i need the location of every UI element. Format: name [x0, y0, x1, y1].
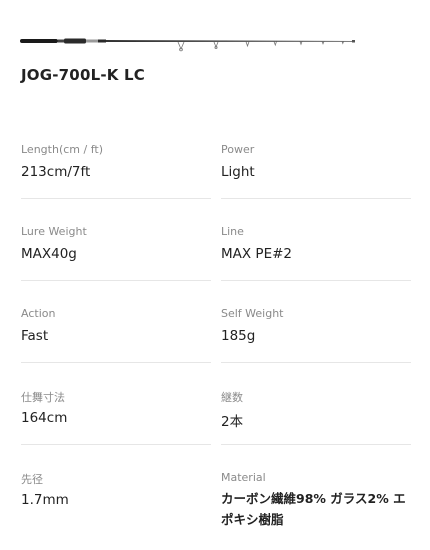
spec-tip-diameter: 先径 1.7mm	[21, 468, 211, 526]
spec-row: 先径 1.7mm Material カーボン繊維98% ガラス2% エポキシ樹脂	[0, 468, 430, 550]
spec-value: Fast	[21, 328, 49, 344]
spec-pieces: 継数 2本	[221, 386, 411, 445]
spec-label: Line	[221, 225, 244, 238]
spec-label: 継数	[221, 391, 243, 404]
spec-self-weight: Self Weight 185g	[221, 304, 411, 363]
spec-value: 1.7mm	[21, 492, 69, 508]
spec-label: Power	[221, 143, 255, 156]
spec-value: MAX40g	[21, 246, 77, 262]
spec-label: 仕舞寸法	[21, 391, 65, 404]
fishing-rod-image	[20, 38, 355, 52]
spec-value: MAX PE#2	[221, 246, 292, 262]
spec-action: Action Fast	[21, 304, 211, 363]
spec-value: 213cm/7ft	[21, 164, 91, 180]
spec-label: Action	[21, 307, 56, 320]
spec-line: Line MAX PE#2	[221, 222, 411, 281]
spec-label: Self Weight	[221, 307, 284, 320]
spec-lure-weight: Lure Weight MAX40g	[21, 222, 211, 281]
spec-label: Material	[221, 471, 266, 484]
spec-length: Length(cm / ft) 213cm/7ft	[21, 140, 211, 199]
spec-label: Lure Weight	[21, 225, 87, 238]
product-title: JOG-700L-K LC	[21, 66, 145, 84]
spec-value: 2本	[221, 414, 244, 430]
spec-value: Light	[221, 164, 255, 180]
spec-row: Length(cm / ft) 213cm/7ft Power Light	[0, 140, 430, 222]
spec-value: 185g	[221, 328, 256, 344]
spec-value: カーボン繊維98% ガラス2% エポキシ樹脂	[221, 491, 406, 527]
spec-row: 仕舞寸法 164cm 継数 2本	[0, 386, 430, 468]
spec-row: Lure Weight MAX40g Line MAX PE#2	[0, 222, 430, 304]
spec-label: Length(cm / ft)	[21, 143, 103, 156]
spec-material: Material カーボン繊維98% ガラス2% エポキシ樹脂	[221, 468, 411, 527]
spec-row: Action Fast Self Weight 185g	[0, 304, 430, 386]
spec-value: 164cm	[21, 410, 68, 426]
spec-power: Power Light	[221, 140, 411, 199]
spec-closed-length: 仕舞寸法 164cm	[21, 386, 211, 445]
spec-label: 先径	[21, 473, 43, 486]
